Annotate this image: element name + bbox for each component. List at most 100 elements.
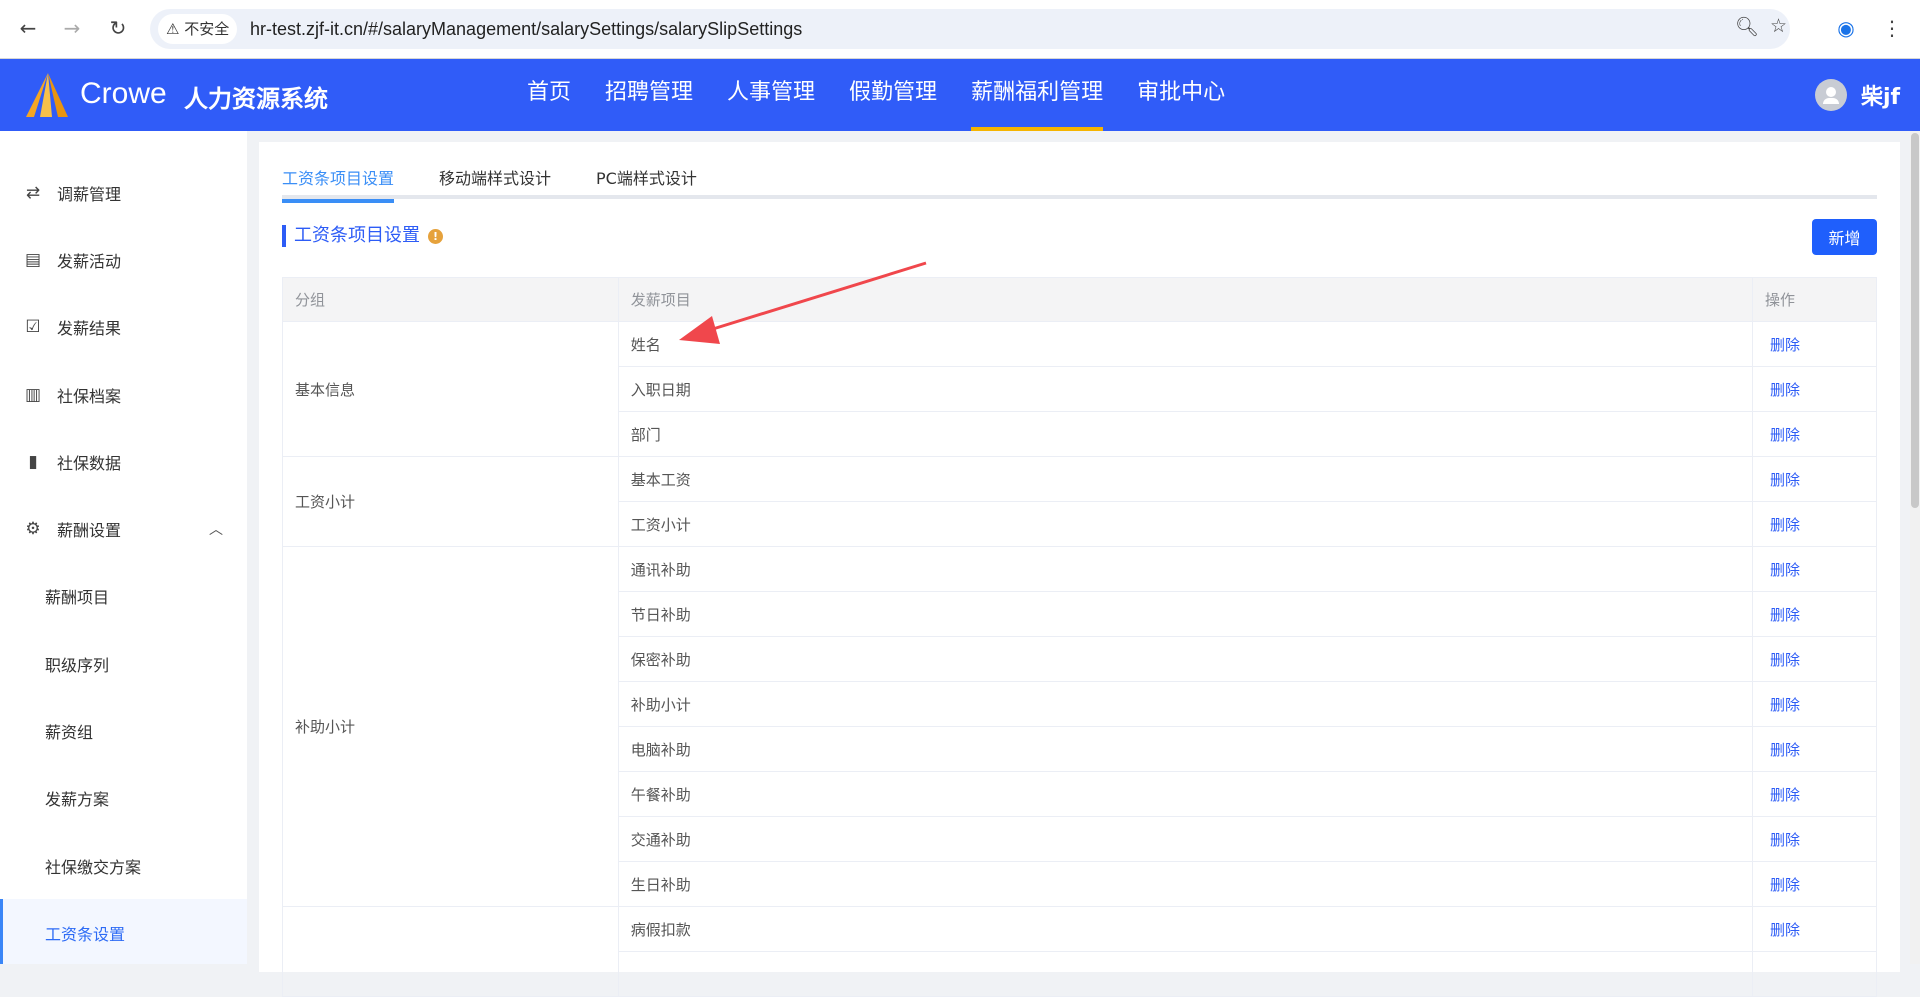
archive-icon: ▥	[24, 384, 42, 405]
item-cell: 午餐补助	[617, 771, 1754, 817]
menu-home[interactable]: 首页	[527, 59, 571, 131]
delete-link[interactable]: 删除	[1752, 411, 1877, 457]
column-header-item: 发薪项目	[617, 277, 1754, 322]
warning-icon[interactable]: !	[428, 229, 443, 244]
star-icon[interactable]: ☆	[1770, 15, 1787, 37]
sidebar-item-social-plan[interactable]: 社保缴交方案	[0, 832, 247, 899]
sidebar-item-salary-settings[interactable]: ⚙ 薪酬设置 ︿	[0, 495, 247, 562]
clipboard-check-icon: ☑	[25, 317, 41, 338]
tab-pc-style[interactable]: PC端样式设计	[596, 162, 697, 199]
sidebar-item-label: 社保数据	[57, 453, 122, 473]
sidebar-item-label: 薪酬设置	[57, 521, 122, 541]
menu-approval[interactable]: 审批中心	[1137, 59, 1225, 131]
sidebar-item-salary-adjust[interactable]: ⇄ 调薪管理	[0, 159, 247, 226]
app-header: Crowe 人力资源系统 首页 招聘管理 人事管理 假勤管理 薪酬福利管理 审批…	[0, 59, 1920, 131]
security-label: 不安全	[184, 20, 230, 38]
menu-attendance[interactable]: 假勤管理	[849, 59, 937, 131]
sidebar-item-pay-plan[interactable]: 发薪方案	[0, 765, 247, 832]
address-bar[interactable]: ⚠ 不安全 hr-test.zjf-it.cn/#/salaryManageme…	[150, 9, 1790, 49]
menu-personnel[interactable]: 人事管理	[727, 59, 815, 131]
item-cell: 电脑补助	[617, 726, 1754, 772]
zoom-icon[interactable]: 🔍︎	[1735, 15, 1759, 38]
content-card: 工资条项目设置 移动端样式设计 PC端样式设计 工资条项目设置! 新增 分组 发…	[259, 142, 1900, 997]
forward-icon[interactable]: →	[58, 14, 86, 42]
security-indicator[interactable]: ⚠ 不安全	[158, 14, 238, 44]
delete-link[interactable]: 删除	[1752, 546, 1877, 592]
item-cell: 基本工资	[617, 456, 1754, 502]
user-name[interactable]: 柴jf	[1861, 79, 1900, 111]
sidebar-item-label: 发薪活动	[57, 251, 122, 271]
add-button[interactable]: 新增	[1812, 219, 1877, 255]
clipboard-icon: ▤	[24, 249, 42, 270]
item-cell: 交通补助	[617, 816, 1754, 862]
menu-recruitment[interactable]: 招聘管理	[605, 59, 693, 131]
crowe-logo-icon	[26, 73, 68, 117]
table-row: 补助小计 通讯补助 删除	[282, 546, 1877, 907]
delete-link[interactable]: 删除	[1752, 591, 1877, 637]
delete-link[interactable]: 删除	[1752, 861, 1877, 907]
reload-icon[interactable]: ↻	[104, 14, 132, 42]
item-cell: 工资小计	[617, 501, 1754, 547]
sidebar-item-label: 社保档案	[57, 386, 122, 406]
group-cell	[282, 906, 619, 997]
delete-link[interactable]: 删除	[1752, 771, 1877, 817]
browser-toolbar: ← → ↻ ⚠ 不安全 hr-test.zjf-it.cn/#/salaryMa…	[0, 0, 1920, 59]
avatar[interactable]	[1815, 79, 1847, 111]
sidebar-item-job-levels[interactable]: 职级序列	[0, 630, 247, 697]
item-cell: 保密补助	[617, 636, 1754, 682]
chevron-up-icon[interactable]: ︿	[209, 519, 223, 539]
item-cell: 姓名	[617, 321, 1754, 367]
tab-mobile-style[interactable]: 移动端样式设计	[439, 162, 551, 199]
menu-compensation[interactable]: 薪酬福利管理	[971, 59, 1104, 131]
sidebar-item-salary-group[interactable]: 薪资组	[0, 697, 247, 764]
sidebar-item-pay-result[interactable]: ☑ 发薪结果	[0, 294, 247, 361]
section-title: 工资条项目设置!	[282, 225, 443, 247]
sidebar-item-label: 调薪管理	[57, 184, 122, 204]
delete-link[interactable]: 删除	[1752, 321, 1877, 367]
item-cell: 入职日期	[617, 366, 1754, 412]
gear-icon: ⚙	[25, 519, 41, 540]
item-cell: 节日补助	[617, 591, 1754, 637]
bar-chart-icon: ▮	[28, 451, 38, 472]
delete-link[interactable]: 删除	[1752, 681, 1877, 727]
delete-link[interactable]: 删除	[1752, 906, 1877, 952]
tabs: 工资条项目设置 移动端样式设计 PC端样式设计	[282, 162, 1877, 203]
delete-link[interactable]: 删除	[1752, 501, 1877, 547]
more-icon[interactable]: ⋮	[1878, 14, 1906, 42]
sidebar-item-salary-items[interactable]: 薪酬项目	[0, 563, 247, 630]
delete-link[interactable]: 删除	[1752, 366, 1877, 412]
exchange-icon: ⇄	[25, 182, 41, 203]
item-cell	[617, 951, 1754, 997]
table-row: 病假扣款 删除	[282, 906, 1877, 997]
section-title-text: 工资条项目设置	[294, 225, 420, 246]
top-menu: 首页 招聘管理 人事管理 假勤管理 薪酬福利管理 审批中心	[510, 59, 1242, 131]
warning-icon: ⚠	[166, 20, 180, 38]
delete-link[interactable]: 删除	[1752, 456, 1877, 502]
item-cell: 生日补助	[617, 861, 1754, 907]
back-icon[interactable]: ←	[14, 14, 42, 42]
sidebar-item-social-archive[interactable]: ▥ 社保档案	[0, 361, 247, 428]
group-cell: 工资小计	[282, 456, 619, 547]
url-text[interactable]: hr-test.zjf-it.cn/#/salaryManagement/sal…	[250, 9, 802, 49]
item-cell: 通讯补助	[617, 546, 1754, 592]
sidebar: ⇄ 调薪管理 ▤ 发薪活动 ☑ 发薪结果 ▥ 社保档案 ▮ 社保数据 ⚙ 薪酬设置 ︿ 薪酬项…	[0, 131, 247, 964]
sidebar-item-pay-activity[interactable]: ▤ 发薪活动	[0, 226, 247, 293]
column-header-action: 操作	[1752, 277, 1877, 322]
column-header-group: 分组	[282, 277, 619, 322]
scrollbar-thumb[interactable]	[1911, 133, 1919, 508]
delete-link[interactable]	[1752, 951, 1877, 997]
delete-link[interactable]: 删除	[1752, 636, 1877, 682]
delete-link[interactable]: 删除	[1752, 816, 1877, 862]
group-cell: 基本信息	[282, 321, 619, 457]
sidebar-item-label: 发薪结果	[57, 319, 122, 339]
table-row: 工资小计 基本工资 删除	[282, 456, 1877, 547]
group-cell: 补助小计	[282, 546, 619, 907]
sidebar-item-payslip-settings[interactable]: 工资条设置	[0, 899, 247, 964]
sidebar-item-social-data[interactable]: ▮ 社保数据	[0, 428, 247, 495]
scrollbar[interactable]	[1910, 131, 1920, 964]
payslip-items-table: 分组 发薪项目 操作 基本信息 姓名 删除 入职日期 删除 部门 删除 工资小计 基本工资 删除工…	[282, 277, 1877, 997]
delete-link[interactable]: 删除	[1752, 726, 1877, 772]
profile-icon[interactable]: ◉	[1832, 14, 1860, 42]
tab-payslip-items[interactable]: 工资条项目设置	[282, 162, 395, 203]
item-cell: 病假扣款	[617, 906, 1754, 952]
